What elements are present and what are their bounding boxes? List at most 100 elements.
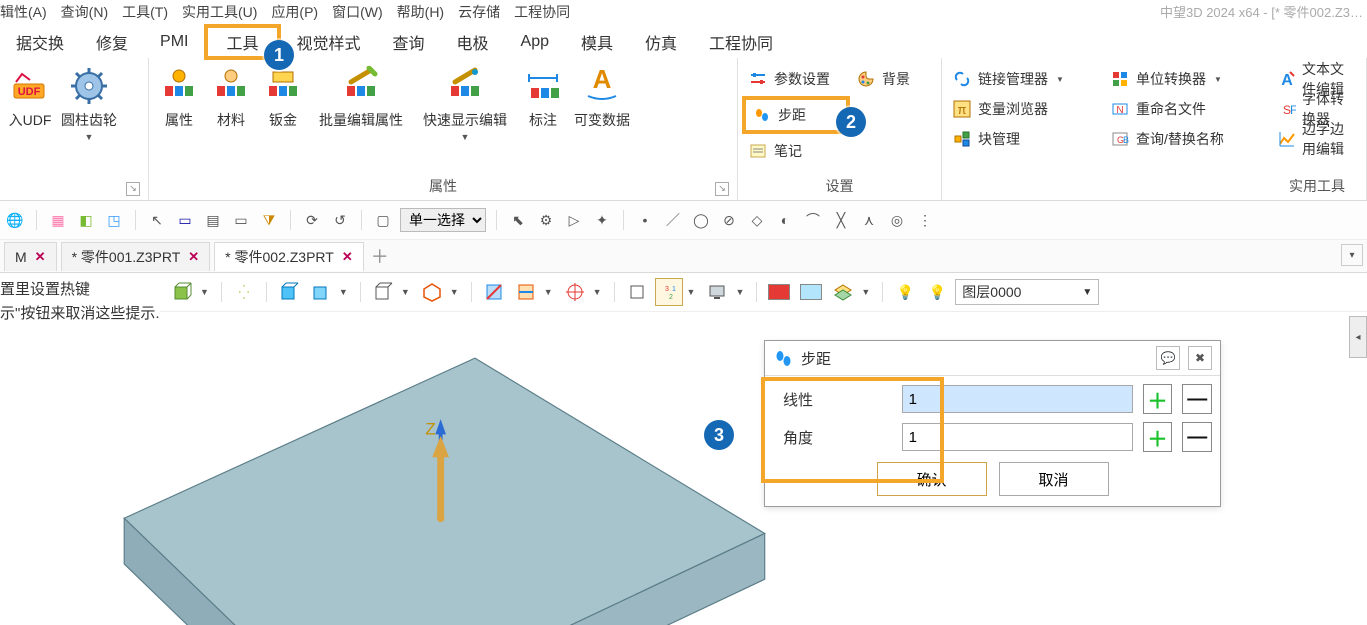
angle-minus-button[interactable]: —: [1182, 422, 1212, 452]
menu-query[interactable]: 查询(N): [61, 2, 108, 22]
chevron-down-icon[interactable]: ▼: [339, 287, 348, 297]
qa-cut-icon[interactable]: ⊘: [718, 209, 740, 231]
tab-repair[interactable]: 修复: [80, 26, 144, 58]
view-hex-icon[interactable]: [418, 278, 446, 306]
tab-data-exchange[interactable]: 据交换: [0, 26, 80, 58]
step-button[interactable]: 步距: [742, 96, 850, 134]
qa-rect-icon[interactable]: ▭: [174, 209, 196, 231]
attributes-button[interactable]: 属性: [153, 62, 205, 174]
view-square-icon[interactable]: [623, 278, 651, 306]
qa-snap-icon[interactable]: ✦: [591, 209, 613, 231]
bulb-off-icon[interactable]: 💡: [923, 278, 951, 306]
tab-app[interactable]: App: [505, 29, 565, 55]
view-monitor-icon[interactable]: [703, 278, 731, 306]
menu-edit-attr[interactable]: 辑性(A): [0, 2, 47, 22]
ok-button[interactable]: 确认: [877, 462, 987, 496]
menu-help[interactable]: 帮助(H): [397, 2, 444, 22]
qa-filter-icon[interactable]: ⧩: [258, 209, 280, 231]
qa-half-icon[interactable]: ◐: [774, 209, 796, 231]
qa-rect2-icon[interactable]: ▭: [230, 209, 252, 231]
qa-diamond-icon[interactable]: ◇: [746, 209, 768, 231]
menu-tools[interactable]: 工具(T): [122, 2, 168, 22]
view-layers-icon[interactable]: [829, 278, 857, 306]
qa-cursor-icon[interactable]: ⬉: [507, 209, 529, 231]
note-button[interactable]: 笔记: [742, 136, 842, 166]
chevron-down-icon[interactable]: ▼: [450, 287, 459, 297]
viewport-scroll-handle[interactable]: ◂: [1349, 316, 1367, 358]
layer-dropdown[interactable]: 图层0000 ▼: [955, 279, 1099, 305]
qa-rotate-icon[interactable]: ↺: [329, 209, 351, 231]
tab-pmi[interactable]: PMI: [144, 29, 204, 55]
qa-dot-icon[interactable]: •: [634, 209, 656, 231]
select-mode-dropdown[interactable]: 单一选择: [400, 208, 486, 232]
menu-window[interactable]: 窗口(W): [332, 2, 383, 22]
chevron-down-icon[interactable]: ▼: [861, 287, 870, 297]
doc-tab-part002[interactable]: * 零件002.Z3PRT ✕: [214, 242, 364, 271]
angle-plus-button[interactable]: ＋: [1143, 422, 1173, 452]
chevron-down-icon[interactable]: ▼: [200, 287, 209, 297]
batch-edit-button[interactable]: 批量编辑属性: [309, 62, 413, 174]
insert-udf-button[interactable]: UDF 入UDF: [4, 62, 56, 178]
var-browser-button[interactable]: π 变量浏览器: [946, 94, 1096, 124]
annotate-button[interactable]: 标注: [517, 62, 569, 174]
find-replace-button[interactable]: GB 查询/替换名称: [1104, 124, 1264, 154]
view-cube-icon[interactable]: [168, 278, 196, 306]
view-section1-icon[interactable]: [480, 278, 508, 306]
tab-visual-style[interactable]: 视觉样式: [281, 26, 377, 58]
param-settings-button[interactable]: 参数设置: [742, 64, 846, 94]
quick-display-button[interactable]: 快速显示编辑 ▼: [413, 62, 517, 174]
qa-play-icon[interactable]: ▷: [563, 209, 585, 231]
view-wire-icon[interactable]: [369, 278, 397, 306]
close-icon[interactable]: ✕: [188, 249, 199, 265]
group-launcher-icon[interactable]: ↘: [126, 182, 140, 196]
doc-tab-m[interactable]: M ✕: [4, 242, 57, 271]
menu-app[interactable]: 应用(P): [271, 2, 318, 22]
qa-arrow-icon[interactable]: ↖: [146, 209, 168, 231]
qa-element-icon[interactable]: ▦: [47, 209, 69, 231]
tab-simulate[interactable]: 仿真: [629, 26, 693, 58]
linear-plus-button[interactable]: ＋: [1143, 384, 1173, 414]
cyl-gear-button[interactable]: 圆柱齿轮 ▼: [56, 62, 122, 178]
qa-crossline-icon[interactable]: ╳: [830, 209, 852, 231]
add-tab-button[interactable]: ＋: [368, 244, 392, 268]
menu-collab[interactable]: 工程协同: [514, 2, 570, 22]
view-target-icon[interactable]: [561, 278, 589, 306]
doc-tab-part001[interactable]: * 零件001.Z3PRT ✕: [61, 242, 211, 271]
dialog-close-button[interactable]: ✖: [1188, 346, 1212, 370]
variable-data-button[interactable]: A 可变数据: [569, 62, 635, 174]
chevron-down-icon[interactable]: ▼: [735, 287, 744, 297]
rename-file-button[interactable]: N 重命名文件: [1104, 94, 1264, 124]
linear-minus-button[interactable]: —: [1182, 384, 1212, 414]
tabs-overflow-button[interactable]: ▾: [1341, 244, 1363, 266]
tab-mold[interactable]: 模具: [565, 26, 629, 58]
unit-converter-button[interactable]: 单位转换器 ▼: [1104, 64, 1264, 94]
tab-collab[interactable]: 工程协同: [693, 26, 789, 58]
qa-circle-icon[interactable]: ◯: [690, 209, 712, 231]
block-manager-button[interactable]: 块管理: [946, 124, 1096, 154]
menu-util-tools[interactable]: 实用工具(U): [182, 2, 257, 22]
material-button[interactable]: 材料: [205, 62, 257, 174]
linear-input[interactable]: [902, 385, 1133, 413]
view-dotgrid-icon[interactable]: ⁛: [230, 278, 258, 306]
chevron-down-icon[interactable]: ▼: [687, 287, 696, 297]
qa-globe-icon[interactable]: 🌐: [4, 209, 26, 231]
background-button[interactable]: 背景: [850, 64, 936, 94]
qa-ring-icon[interactable]: ◎: [886, 209, 908, 231]
learn-edit-button[interactable]: 边学边用编辑: [1272, 124, 1362, 154]
qa-box-icon[interactable]: ▢: [372, 209, 394, 231]
qa-twin-icon[interactable]: ⋏: [858, 209, 880, 231]
tab-query[interactable]: 查询: [377, 26, 441, 58]
menu-cloud[interactable]: 云存储: [458, 2, 500, 22]
qa-layers-icon[interactable]: ▤: [202, 209, 224, 231]
view-numbers-icon[interactable]: 312: [655, 278, 683, 306]
qa-gear-icon[interactable]: ⚙: [535, 209, 557, 231]
qa-line-icon[interactable]: ／: [662, 209, 684, 231]
link-manager-button[interactable]: 链接管理器 ▼: [946, 64, 1096, 94]
qa-end-icon[interactable]: ⋮: [914, 209, 936, 231]
qa-solid-icon[interactable]: ◧: [75, 209, 97, 231]
close-icon[interactable]: ✕: [35, 249, 46, 265]
view-box-blue-icon[interactable]: [275, 278, 303, 306]
close-icon[interactable]: ✕: [342, 249, 353, 265]
angle-input[interactable]: [902, 423, 1133, 451]
qa-tree-icon[interactable]: ◳: [103, 209, 125, 231]
